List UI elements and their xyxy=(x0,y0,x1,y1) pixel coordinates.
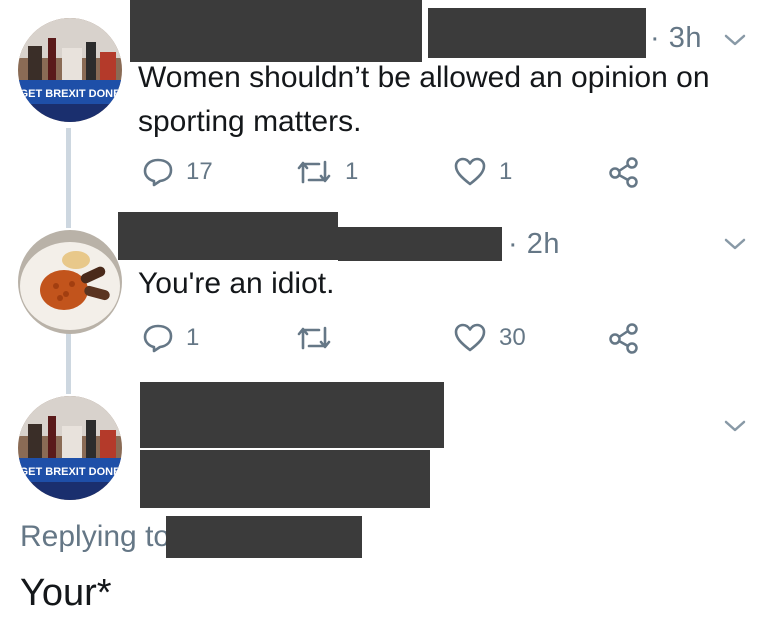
tweet-timestamp[interactable]: · 2h xyxy=(508,228,560,261)
redacted-handle xyxy=(428,8,646,58)
redacted-name xyxy=(140,382,444,448)
replying-to: Replying to xyxy=(20,520,170,554)
retweet-button[interactable] xyxy=(295,322,345,354)
tweet-text-line: You're an idiot. xyxy=(138,267,335,300)
share-button[interactable] xyxy=(608,156,640,188)
like-button[interactable]: 30 xyxy=(453,322,526,354)
reply-text: Your* xyxy=(20,572,112,614)
redacted-handle xyxy=(140,450,430,508)
share-icon xyxy=(609,157,638,188)
heart-icon xyxy=(454,157,486,186)
retweet-icon xyxy=(297,160,331,184)
tweet-timestamp[interactable]: · 3h xyxy=(650,22,702,55)
like-count: 30 xyxy=(499,324,526,351)
avatar[interactable] xyxy=(18,230,122,334)
chevron-down-icon[interactable] xyxy=(722,32,748,48)
thread-line xyxy=(66,128,71,228)
reply-count: 1 xyxy=(186,324,200,351)
tweet-text-line: Women shouldn’t be allowed an opinion on xyxy=(138,61,710,94)
tweet-text: You're an idiot. xyxy=(138,262,334,306)
retweet-button[interactable]: 1 xyxy=(295,156,358,188)
avatar[interactable]: GET BREXIT DONE xyxy=(18,396,122,500)
avatar-caption: GET BREXIT DONE xyxy=(20,466,121,478)
reply-count: 17 xyxy=(186,158,213,185)
tweet-text: Women shouldn’t be allowed an opinion on… xyxy=(138,56,710,144)
redacted-name xyxy=(130,0,422,62)
share-button[interactable] xyxy=(608,322,640,354)
chevron-down-icon[interactable] xyxy=(722,236,748,252)
avatar-caption: GET BREXIT DONE xyxy=(20,88,121,100)
retweet-icon xyxy=(297,326,331,350)
reply-button[interactable]: 17 xyxy=(142,156,213,188)
reply-icon xyxy=(143,324,173,353)
reply-icon xyxy=(143,158,173,187)
redacted-reply-handle[interactable] xyxy=(166,516,362,558)
replying-label: Replying to xyxy=(20,520,171,553)
like-count: 1 xyxy=(499,158,513,185)
redacted-name xyxy=(118,212,338,260)
avatar[interactable]: GET BREXIT DONE xyxy=(18,18,122,122)
retweet-count: 1 xyxy=(345,158,359,185)
reply-button[interactable]: 1 xyxy=(142,322,199,354)
like-button[interactable]: 1 xyxy=(453,156,512,188)
share-icon xyxy=(609,323,638,354)
food-plate-avatar-image xyxy=(18,230,122,334)
redacted-handle xyxy=(338,227,502,261)
tweet-text-line: sporting matters. xyxy=(138,105,362,138)
heart-icon xyxy=(454,323,486,352)
chevron-down-icon[interactable] xyxy=(722,418,748,434)
brexit-bus-avatar-image: GET BREXIT DONE xyxy=(18,18,122,122)
brexit-bus-avatar-image: GET BREXIT DONE xyxy=(18,396,122,500)
